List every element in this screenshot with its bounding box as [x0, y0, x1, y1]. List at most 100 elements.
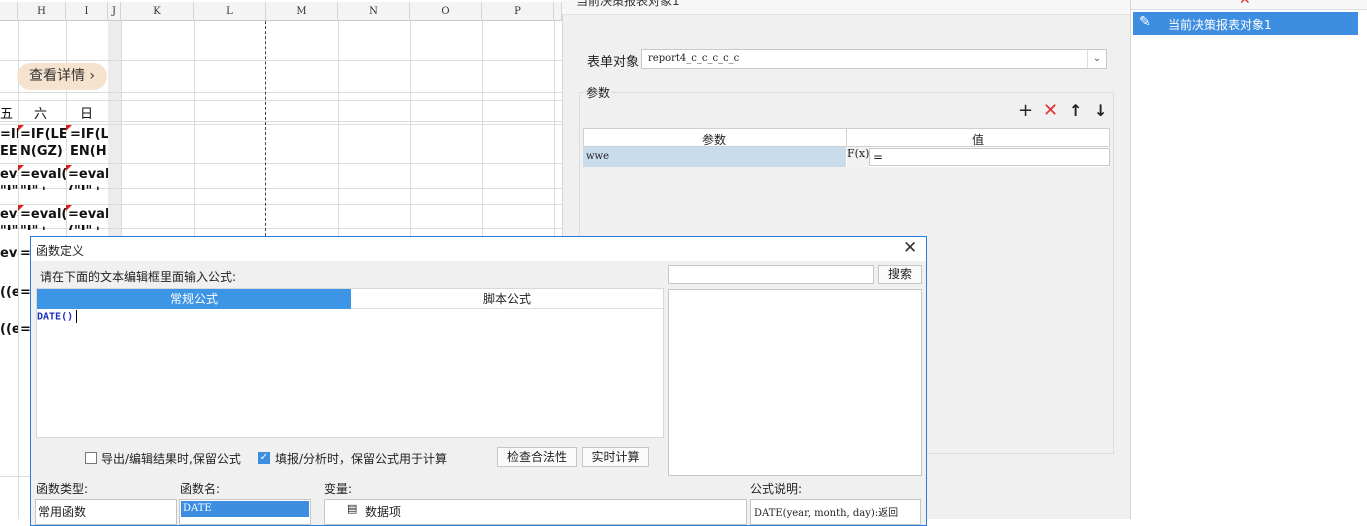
formula-cell[interactable]: "I"+ — [20, 224, 66, 230]
formula-cell[interactable]: ((e — [0, 285, 18, 300]
formula-cell[interactable]: =IF(LE — [20, 127, 66, 142]
params-table-header: 参数 值 — [583, 128, 1110, 147]
dialog-title-bar: 函数定义 ✕ — [31, 237, 926, 261]
weekday-cell[interactable]: 五 — [0, 103, 18, 122]
formula-cell[interactable]: = — [20, 322, 30, 337]
formula-cell[interactable]: =eval — [68, 207, 108, 222]
function-name-item[interactable]: DATE — [181, 501, 309, 517]
delete-icon[interactable]: ✕ — [1239, 0, 1251, 8]
grid-line — [0, 100, 562, 101]
fx-icon: F(x) — [847, 147, 870, 160]
comment-marker — [18, 205, 24, 211]
function-name-list[interactable]: DATE — [179, 499, 311, 525]
weekday-cell[interactable]: 六 — [34, 103, 47, 122]
formula-description-box: DATE(year, month, day):返回 — [750, 499, 921, 525]
form-object-select[interactable]: report4_c_c_c_c_c ⌄ — [641, 49, 1107, 69]
delete-icon[interactable]: ✕ — [1043, 101, 1058, 121]
formula-cell[interactable]: EN(H — [70, 144, 108, 159]
column-header-right — [554, 2, 562, 21]
formula-cell[interactable]: =eval( — [20, 167, 66, 182]
function-name-label: 函数名: — [180, 482, 221, 496]
params-label: 参数 — [585, 84, 612, 101]
column-header-p[interactable]: P — [482, 2, 554, 21]
formula-cell[interactable]: "I"+ — [0, 224, 18, 230]
form-object-value: report4_c_c_c_c_c — [648, 53, 740, 64]
toolbar-strip: ✕ — [1131, 0, 1367, 10]
column-header-i[interactable]: I — [66, 2, 108, 21]
function-type-item[interactable]: 常用函数 — [38, 503, 86, 520]
formula-cell[interactable]: = — [20, 246, 30, 261]
column-header-n[interactable]: N — [338, 2, 410, 21]
comment-marker — [66, 205, 72, 211]
formula-editor-area[interactable]: 常规公式 脚本公式 DATE() — [36, 288, 664, 438]
formula-cell[interactable]: ("I"+ — [68, 224, 108, 230]
edit-icon: ✎ — [1139, 14, 1151, 30]
report-object-panel: ✕ ✎ 当前决策报表对象1 — [1130, 0, 1367, 519]
fill-keep-formula-checkbox[interactable]: ✓ — [258, 452, 270, 464]
comment-marker — [18, 125, 24, 131]
formula-cell[interactable]: =IF(L — [70, 127, 108, 142]
report-object-item[interactable]: ✎ 当前决策报表对象1 — [1133, 12, 1358, 35]
formula-cell[interactable]: =IF(L — [0, 127, 18, 142]
variables-tree[interactable]: ▤ 数据项 — [324, 499, 747, 525]
column-header-k[interactable]: K — [121, 2, 194, 21]
panel-title: 当前决策报表对象1 — [576, 0, 680, 8]
formula-cell[interactable]: ("I"+ — [68, 184, 108, 190]
formula-value: DATE() — [37, 311, 74, 323]
move-down-icon[interactable]: ↓ — [1094, 101, 1107, 121]
formula-cell[interactable]: eval( — [0, 167, 18, 182]
formula-cell[interactable]: = — [20, 285, 30, 300]
variables-tree-item[interactable]: 数据项 — [365, 503, 401, 520]
formula-cell[interactable]: eval( — [0, 207, 18, 222]
comment-marker — [66, 125, 72, 131]
formula-description-label: 公式说明: — [750, 482, 803, 496]
add-icon[interactable]: + — [1018, 101, 1033, 121]
param-row[interactable]: wwe F(x) = — [583, 147, 1110, 167]
formula-cell[interactable]: EEZ — [0, 144, 18, 159]
close-icon[interactable]: ✕ — [903, 238, 917, 258]
column-header-o[interactable]: O — [410, 2, 482, 21]
column-header-j[interactable]: J — [108, 2, 121, 21]
formula-editor-button[interactable]: F(x) — [847, 147, 869, 167]
param-name-cell[interactable]: wwe — [583, 147, 846, 167]
column-header-l[interactable]: L — [194, 2, 266, 21]
check-validity-button[interactable]: 检查合法性 — [497, 447, 577, 467]
fill-keep-formula-label: 填报/分析时，保留公式用于计算 — [275, 452, 448, 466]
formula-cell[interactable]: "I"+ — [20, 184, 66, 190]
view-detail-button[interactable]: 查看详情 › — [17, 63, 107, 90]
param-column-header: 参数 — [702, 133, 727, 147]
variables-label: 变量: — [324, 482, 353, 496]
search-button[interactable]: 搜索 — [878, 265, 922, 284]
column-header-left — [0, 2, 18, 21]
param-value: = — [873, 150, 884, 164]
param-name: wwe — [586, 151, 610, 162]
function-type-list[interactable]: 常用函数 — [35, 499, 177, 525]
tab-normal-formula[interactable]: 常规公式 — [37, 289, 351, 309]
realtime-calc-button[interactable]: 实时计算 — [582, 447, 649, 467]
function-definition-dialog: 函数定义 ✕ 请在下面的文本编辑框里面输入公式: 搜索 常规公式 脚本公式 DA… — [30, 236, 927, 526]
formula-cell[interactable]: =eval — [68, 167, 108, 182]
grid-line — [18, 21, 19, 519]
formula-cell[interactable]: "I"+ — [0, 184, 18, 190]
column-header-m[interactable]: M — [266, 2, 338, 21]
search-results-list[interactable] — [668, 289, 922, 476]
comment-marker — [18, 165, 24, 171]
search-input[interactable] — [668, 265, 874, 284]
chevron-down-icon[interactable]: ⌄ — [1087, 50, 1106, 68]
tab-script-formula[interactable]: 脚本公式 — [351, 289, 663, 309]
formula-text[interactable]: DATE() — [37, 310, 78, 323]
text-cursor — [76, 310, 78, 323]
formula-cell[interactable]: =eval( — [20, 207, 66, 222]
formula-cell[interactable]: eval( — [0, 246, 18, 261]
value-column-header: 值 — [972, 133, 985, 147]
weekday-cell[interactable]: 日 — [80, 103, 93, 122]
formula-cell[interactable]: ((e — [0, 322, 18, 337]
column-header-h[interactable]: H — [18, 2, 66, 21]
export-keep-formula-checkbox[interactable] — [85, 452, 97, 464]
grid-line — [0, 163, 562, 164]
param-value-input[interactable]: = — [869, 148, 1110, 166]
page-break-line — [265, 21, 266, 236]
formula-cell[interactable]: N(GZ) — [20, 144, 66, 159]
dialog-title: 函数定义 — [36, 244, 85, 258]
move-up-icon[interactable]: ↑ — [1069, 101, 1082, 121]
